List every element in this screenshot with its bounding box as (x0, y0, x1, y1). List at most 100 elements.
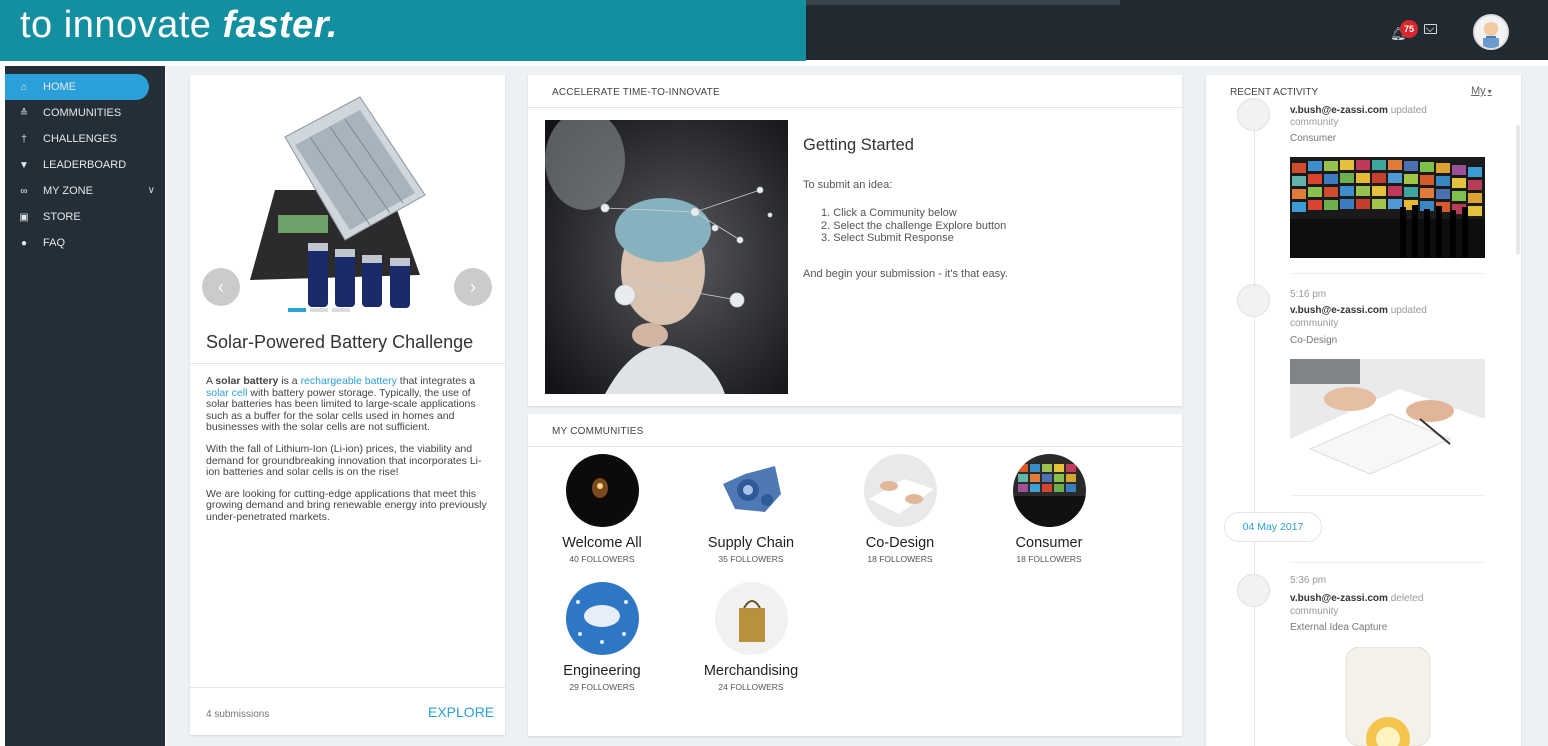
community-name: Co-Design (865, 535, 935, 551)
community-name: Supply Chain (707, 535, 795, 551)
paragraph: We are looking for cutting-edge applicat… (206, 487, 487, 523)
carousel-dot[interactable] (332, 308, 350, 312)
community-image (863, 454, 937, 527)
sidebar-item-label: CHALLENGES (43, 133, 117, 145)
store-icon: ▣ (19, 211, 29, 223)
divider (1290, 273, 1485, 274)
question-icon: ● (20, 237, 28, 249)
community-name: Engineering (563, 663, 641, 679)
activity-line: v.bush@e-zassi.com updated (1290, 105, 1427, 116)
community-engineering[interactable]: Engineering 29 FOLLOWERS (542, 582, 662, 692)
carousel-dot[interactable] (288, 308, 306, 312)
activity-object-type: community (1290, 117, 1339, 128)
home-icon: ⌂ (20, 81, 28, 93)
text-bold: solar battery (215, 375, 279, 387)
community-welcome-all[interactable]: Welcome All 40 FOLLOWERS (542, 454, 662, 564)
divider (190, 363, 505, 364)
getting-started-title: Getting Started (803, 136, 914, 154)
text: A (206, 375, 216, 387)
activity-action: updated (1387, 305, 1427, 316)
activity-object-type: community (1290, 606, 1339, 617)
community-image (565, 582, 639, 655)
sidebar-item-my-zone[interactable]: ∞ MY ZONE ∨ (5, 178, 165, 204)
accelerate-card: ACCELERATE TIME-TO-INNOVATE Getting Star… (528, 75, 1182, 406)
community-supply-chain[interactable]: Supply Chain 35 FOLLOWERS (691, 454, 811, 564)
step-1: 1. Click a Community below (821, 207, 957, 219)
activity-object-name: Consumer (1290, 133, 1337, 144)
carousel-dot[interactable] (310, 308, 328, 312)
challenge-carousel: ‹ › (190, 75, 505, 325)
getting-started-tail: And begin your submission - it's that ea… (803, 268, 1008, 280)
getting-started-steps: 1. Click a Community below 2. Select the… (821, 207, 1006, 245)
community-image (714, 582, 788, 655)
sidebar-item-challenges[interactable]: † CHALLENGES (5, 126, 165, 152)
activity-user[interactable]: v.bush@e-zassi.com (1290, 305, 1388, 316)
activity-user[interactable]: v.bush@e-zassi.com (1290, 105, 1388, 116)
recent-activity-card: RECENT ACTIVITY My ▾ v.bush@e-zassi.com u… (1206, 75, 1521, 746)
text: is a (278, 375, 301, 387)
notifications-button[interactable]: 🔔︎ 75 (1388, 18, 1418, 44)
promo-banner: to innovate faster. (0, 0, 806, 61)
avatar (1237, 284, 1270, 317)
community-image (565, 454, 639, 527)
sidebar-item-label: STORE (43, 211, 81, 223)
notification-count-badge: 75 (1400, 20, 1418, 38)
card-header: ACCELERATE TIME-TO-INNOVATE (528, 75, 1182, 108)
date-separator: 04 May 2017 (1224, 512, 1322, 542)
carousel-indicators (288, 308, 350, 312)
explore-button[interactable]: EXPLORE (428, 704, 494, 720)
scrollbar[interactable] (1516, 125, 1520, 255)
mail-icon[interactable] (1424, 24, 1437, 34)
challenge-card: ‹ › Solar-Powered Battery Challenge A so… (190, 75, 505, 735)
solar-cell-link[interactable]: solar cell (206, 387, 247, 399)
main-content: ‹ › Solar-Powered Battery Challenge A so… (166, 66, 1548, 746)
sidebar-item-label: MY ZONE (43, 185, 93, 197)
innovation-image (545, 120, 788, 394)
communities-card: MY COMMUNITIES Welcome All 40 FOLLOWERS … (528, 414, 1182, 736)
filter-label: My (1471, 85, 1486, 97)
community-image (1012, 454, 1086, 527)
community-name: Welcome All (562, 535, 642, 551)
trophy-icon: ▼ (19, 159, 29, 171)
carousel-next-button[interactable]: › (454, 268, 492, 306)
community-followers: 24 FOLLOWERS (718, 682, 784, 692)
community-image (714, 454, 788, 527)
community-name: Merchandising (703, 663, 799, 679)
banner-text: to innovate faster. (20, 4, 338, 47)
zone-icon: ∞ (20, 185, 28, 197)
sidebar-item-leaderboard[interactable]: ▼ LEADERBOARD (5, 152, 165, 178)
sidebar-item-faq[interactable]: ● FAQ (5, 230, 165, 256)
divider (190, 687, 505, 688)
activity-object-type: community (1290, 318, 1339, 329)
community-co-design[interactable]: Co-Design 18 FOLLOWERS (840, 454, 960, 564)
sidebar-item-store[interactable]: ▣ STORE (5, 204, 165, 230)
rechargeable-battery-link[interactable]: rechargeable battery (301, 375, 397, 387)
sidebar-item-label: LEADERBOARD (43, 159, 127, 171)
caret-down-icon: ▾ (1487, 87, 1492, 96)
activity-filter-dropdown[interactable]: My ▾ (1471, 85, 1492, 97)
sidebar: ⌂ HOME ≙ COMMUNITIES † CHALLENGES ▼ LEAD… (5, 66, 165, 746)
carousel-prev-button[interactable]: ‹ (202, 268, 240, 306)
avatar[interactable] (1473, 14, 1509, 50)
sidebar-item-label: FAQ (43, 237, 66, 249)
idea-capture-image (1338, 647, 1438, 746)
top-seam (805, 0, 1120, 5)
communities-icon: ≙ (19, 107, 29, 119)
community-followers: 29 FOLLOWERS (569, 682, 635, 692)
banner-text-normal: to innovate (20, 4, 223, 46)
submission-count: 4 submissions (206, 709, 270, 720)
avatar (1237, 574, 1270, 607)
community-consumer[interactable]: Consumer 18 FOLLOWERS (989, 454, 1109, 564)
community-followers: 35 FOLLOWERS (718, 554, 784, 564)
app-frame: 🔔︎ 75 to innovate faster. ⌂ HOME ≙ COMMU… (0, 0, 1548, 746)
divider (1290, 562, 1485, 563)
activity-action: updated (1387, 105, 1427, 116)
sidebar-item-label: COMMUNITIES (43, 107, 122, 119)
challenges-icon: † (21, 133, 27, 145)
sidebar-item-home[interactable]: ⌂ HOME (5, 74, 149, 100)
sidebar-item-communities[interactable]: ≙ COMMUNITIES (5, 100, 165, 126)
activity-user[interactable]: v.bush@e-zassi.com (1290, 593, 1388, 604)
getting-started-intro: To submit an idea: (803, 179, 893, 191)
community-merchandising[interactable]: Merchandising 24 FOLLOWERS (691, 582, 811, 692)
card-header: MY COMMUNITIES (528, 414, 1182, 447)
